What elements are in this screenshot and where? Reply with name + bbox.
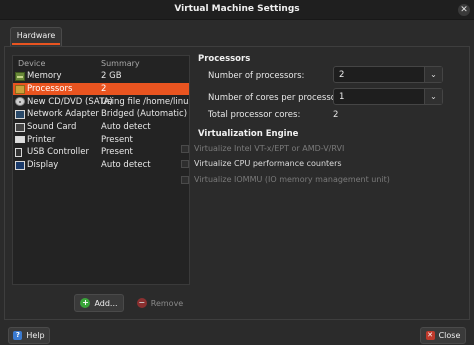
help-button[interactable]: ? Help: [8, 327, 50, 344]
help-button-label: Help: [26, 331, 45, 340]
usb-icon: [15, 147, 22, 157]
remove-icon: −: [136, 298, 147, 308]
close-button-label: Close: [438, 331, 461, 340]
chevron-down-icon[interactable]: ⌄: [424, 67, 442, 82]
device-row-sound-card[interactable]: Sound Card Auto detect: [13, 121, 189, 134]
num-processors-value: 2: [339, 70, 345, 80]
chevron-down-icon[interactable]: ⌄: [424, 89, 442, 104]
device-name: Display: [27, 160, 59, 171]
add-device-button[interactable]: + Add...: [74, 294, 124, 312]
device-summary: Bridged (Automatic): [101, 109, 188, 120]
device-name: Network Adapter: [27, 109, 99, 120]
device-column-header[interactable]: Device: [13, 59, 101, 68]
tab-active-indicator: [12, 43, 60, 45]
device-row-printer[interactable]: Printer Present: [13, 133, 189, 146]
virtualize-vtx-checkbox[interactable]: [181, 145, 189, 153]
device-row-display[interactable]: Display Auto detect: [13, 159, 189, 172]
title-bar: Virtual Machine Settings ✕: [0, 0, 474, 20]
add-icon: +: [80, 298, 91, 308]
device-name: Memory: [27, 71, 62, 82]
device-summary: 2: [101, 84, 107, 95]
virtualize-iommu-label: Virtualize IOMMU (IO memory management u…: [194, 175, 390, 184]
device-list[interactable]: Device Summary Memory 2 GB Processors 2 …: [12, 55, 190, 285]
device-row-cd-dvd[interactable]: New CD/DVD (SATA) Using file /home/linux…: [13, 95, 189, 108]
num-processors-label: Number of processors:: [208, 71, 305, 81]
device-row-processors[interactable]: Processors 2: [13, 82, 189, 96]
close-icon: ✕: [425, 331, 435, 340]
remove-button-label: Remove: [150, 298, 184, 308]
device-row-usb-controller[interactable]: USB Controller Present: [13, 146, 189, 159]
device-summary: Present: [101, 147, 133, 158]
close-button[interactable]: ✕ Close: [420, 327, 466, 344]
printer-icon: [15, 136, 25, 144]
virtualize-vtx-label: Virtualize Intel VT-x/EPT or AMD-V/RVI: [194, 144, 345, 153]
virtualize-perf-counters-checkbox[interactable]: [181, 160, 189, 168]
device-name: USB Controller: [27, 147, 89, 158]
memory-icon: [15, 71, 25, 81]
device-list-header: Device Summary: [13, 56, 189, 70]
help-icon: ?: [13, 331, 23, 340]
cd-dvd-icon: [15, 97, 25, 107]
add-button-label: Add...: [94, 298, 118, 308]
window-title: Virtual Machine Settings: [174, 4, 300, 14]
total-cores-label: Total processor cores:: [208, 110, 301, 120]
cores-per-processor-value: 1: [339, 92, 345, 102]
processor-icon: [15, 84, 25, 94]
display-icon: [15, 160, 25, 170]
device-summary: Auto detect: [101, 160, 151, 171]
virtualize-perf-counters-label[interactable]: Virtualize CPU performance counters: [194, 159, 342, 168]
processors-heading: Processors: [198, 54, 251, 64]
device-summary: Auto detect: [101, 122, 151, 133]
device-row-network-adapter[interactable]: Network Adapter Bridged (Automatic): [13, 108, 189, 121]
window-close-icon[interactable]: ✕: [458, 4, 470, 16]
cores-per-processor-select[interactable]: 1 ⌄: [333, 88, 443, 105]
total-cores-value: 2: [333, 110, 339, 120]
device-name: Sound Card: [27, 122, 77, 133]
device-name: Printer: [27, 134, 56, 145]
device-summary: 2 GB: [101, 71, 122, 82]
sound-card-icon: [15, 122, 25, 132]
network-adapter-icon: [15, 109, 25, 119]
device-summary: Present: [101, 134, 133, 145]
num-processors-select[interactable]: 2 ⌄: [333, 66, 443, 83]
virtualize-iommu-checkbox[interactable]: [181, 176, 189, 184]
device-row-memory[interactable]: Memory 2 GB: [13, 70, 189, 83]
virtualization-heading: Virtualization Engine: [198, 129, 299, 139]
cores-per-processor-label: Number of cores per processor:: [208, 93, 343, 103]
tab-bar: Hardware: [0, 20, 474, 48]
summary-column-header[interactable]: Summary: [101, 59, 189, 68]
device-summary: Using file /home/linuxte: [101, 96, 189, 107]
device-name: Processors: [27, 84, 73, 95]
remove-device-button[interactable]: − Remove: [133, 294, 187, 312]
device-name: New CD/DVD (SATA): [27, 96, 113, 107]
